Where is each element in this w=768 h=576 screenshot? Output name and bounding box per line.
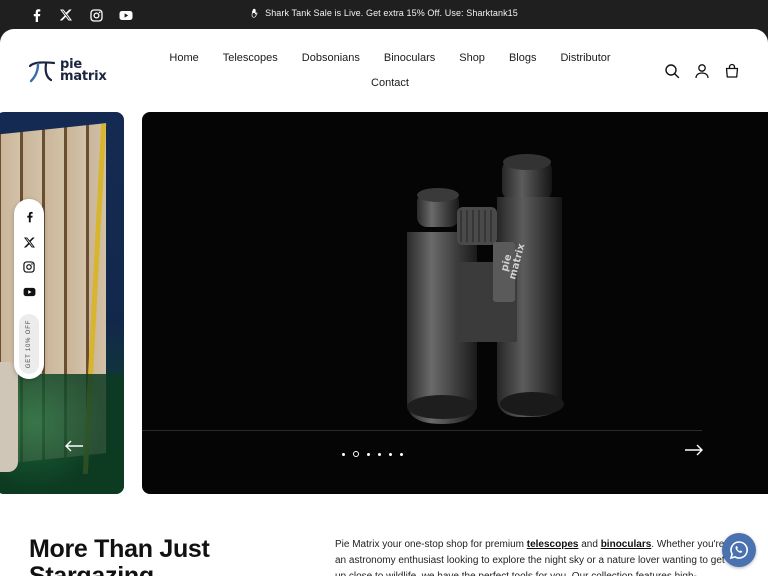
floating-social-bar: GET 10% OFF xyxy=(14,199,44,379)
section-title: More Than Just Stargazing xyxy=(29,536,289,576)
hand-icon xyxy=(251,8,258,18)
nav-contact[interactable]: Contact xyxy=(371,76,409,91)
announcement-text: Shark Tank Sale is Live. Get extra 15% O… xyxy=(265,8,518,18)
intro-text-start: Pie Matrix your one-stop shop for premiu… xyxy=(335,539,527,550)
slide-dot[interactable] xyxy=(400,452,403,456)
main-nav: Home Telescopes Dobsonians Binoculars Sh… xyxy=(150,51,630,91)
nav-shop[interactable]: Shop xyxy=(459,51,485,66)
search-icon[interactable] xyxy=(664,63,680,79)
binoculars-image: pie matrix xyxy=(407,154,564,424)
nav-dobsonians[interactable]: Dobsonians xyxy=(302,51,360,66)
get-offer-button[interactable]: GET 10% OFF xyxy=(19,314,39,374)
slide-dot[interactable] xyxy=(389,452,392,456)
logo-line2: matrix xyxy=(60,69,107,84)
section-title-line2: Stargazing xyxy=(29,562,154,576)
slide-dot[interactable] xyxy=(378,452,381,456)
arrow-right-icon[interactable] xyxy=(684,443,704,457)
link-binoculars[interactable]: binoculars xyxy=(601,539,652,550)
instagram-icon[interactable] xyxy=(22,260,36,274)
whatsapp-icon xyxy=(729,541,748,560)
x-icon[interactable] xyxy=(22,235,36,249)
nav-blogs[interactable]: Blogs xyxy=(509,51,537,66)
link-telescopes[interactable]: telescopes xyxy=(527,539,579,550)
slide-dot[interactable] xyxy=(367,452,370,456)
user-icon[interactable] xyxy=(694,63,710,79)
logo[interactable]: pie matrix xyxy=(28,58,107,84)
section-title-line1: More Than Just xyxy=(29,535,210,563)
intro-paragraph: Pie Matrix your one-stop shop for premiu… xyxy=(335,537,735,576)
slide-pagination xyxy=(342,451,403,457)
page-content: pie matrix Home Telescopes Dobsonians Bi… xyxy=(0,29,768,576)
pi-logo-icon xyxy=(28,61,56,83)
whatsapp-chat-button[interactable] xyxy=(722,533,756,567)
nav-distributor[interactable]: Distributor xyxy=(560,51,610,66)
facebook-icon[interactable] xyxy=(22,210,36,224)
offer-label: GET 10% OFF xyxy=(26,319,32,369)
cart-icon[interactable] xyxy=(724,63,740,79)
youtube-icon[interactable] xyxy=(22,285,36,299)
announcement-bar: Shark Tank Sale is Live. Get extra 15% O… xyxy=(0,0,768,30)
header-actions xyxy=(664,63,740,79)
arrow-left-icon[interactable] xyxy=(64,439,84,453)
slide-dot[interactable] xyxy=(342,452,345,456)
slide-grass xyxy=(0,374,124,494)
nav-home[interactable]: Home xyxy=(169,51,198,66)
slide-person xyxy=(0,362,18,472)
hero-slide-active[interactable]: pie matrix xyxy=(142,112,768,494)
intro-text-mid: and xyxy=(578,539,601,550)
slide-dot-active[interactable] xyxy=(353,451,359,457)
announcement: Shark Tank Sale is Live. Get extra 15% O… xyxy=(0,8,768,18)
logo-text: pie matrix xyxy=(60,58,107,84)
nav-telescopes[interactable]: Telescopes xyxy=(223,51,278,66)
nav-binoculars[interactable]: Binoculars xyxy=(384,51,435,66)
slide-divider xyxy=(142,430,702,431)
